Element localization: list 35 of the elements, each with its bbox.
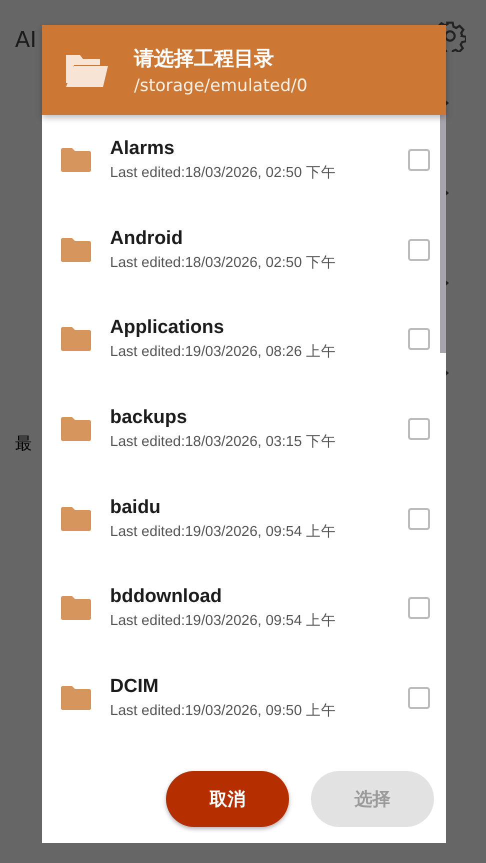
checkbox[interactable] xyxy=(408,418,430,440)
folder-name[interactable]: bddownload xyxy=(110,586,408,608)
checkbox[interactable] xyxy=(408,328,430,350)
folder-name[interactable]: Alarms xyxy=(110,138,408,160)
last-edited: Last edited:19/03/2026, 09:54 上午 xyxy=(110,612,337,630)
cancel-button[interactable]: 取消 xyxy=(166,771,289,827)
last-edited: Last edited:18/03/2026, 02:50 下午 xyxy=(110,254,337,272)
app-title: AI xyxy=(15,28,37,53)
checkbox[interactable] xyxy=(408,597,430,620)
checkbox[interactable] xyxy=(408,686,430,709)
folder-icon xyxy=(61,596,91,620)
folder-name[interactable]: DCIM xyxy=(110,676,408,698)
folder-icon xyxy=(61,327,91,352)
folder-icon xyxy=(61,238,91,262)
checkbox[interactable] xyxy=(408,508,430,530)
folder-name[interactable]: Android xyxy=(110,228,408,250)
last-edited: Last edited:19/03/2026, 09:50 上午 xyxy=(110,702,337,720)
last-edited: Last edited:18/03/2026, 03:15 下午 xyxy=(110,432,337,451)
current-path: /storage/emulated/0 xyxy=(134,76,308,96)
checkbox[interactable] xyxy=(408,238,430,261)
last-edited: Last edited:18/03/2026, 02:50 下午 xyxy=(110,164,337,182)
last-edited: Last edited:19/03/2026, 08:26 上午 xyxy=(110,343,337,362)
folder-icon xyxy=(61,416,91,441)
folder-icon xyxy=(66,53,108,87)
folder-name[interactable]: Applications xyxy=(110,317,408,340)
checkbox[interactable] xyxy=(408,148,430,171)
last-edited: Last edited:19/03/2026, 09:54 上午 xyxy=(110,522,337,541)
folder-icon xyxy=(61,686,91,710)
folder-icon xyxy=(61,506,91,531)
dialog-title: 请选择工程目录 xyxy=(134,44,275,72)
section-label: 最 xyxy=(15,433,32,455)
folder-name[interactable]: backups xyxy=(110,406,408,429)
folder-name[interactable]: baidu xyxy=(110,496,408,519)
scrollbar[interactable] xyxy=(440,115,446,353)
folder-icon xyxy=(61,148,91,172)
